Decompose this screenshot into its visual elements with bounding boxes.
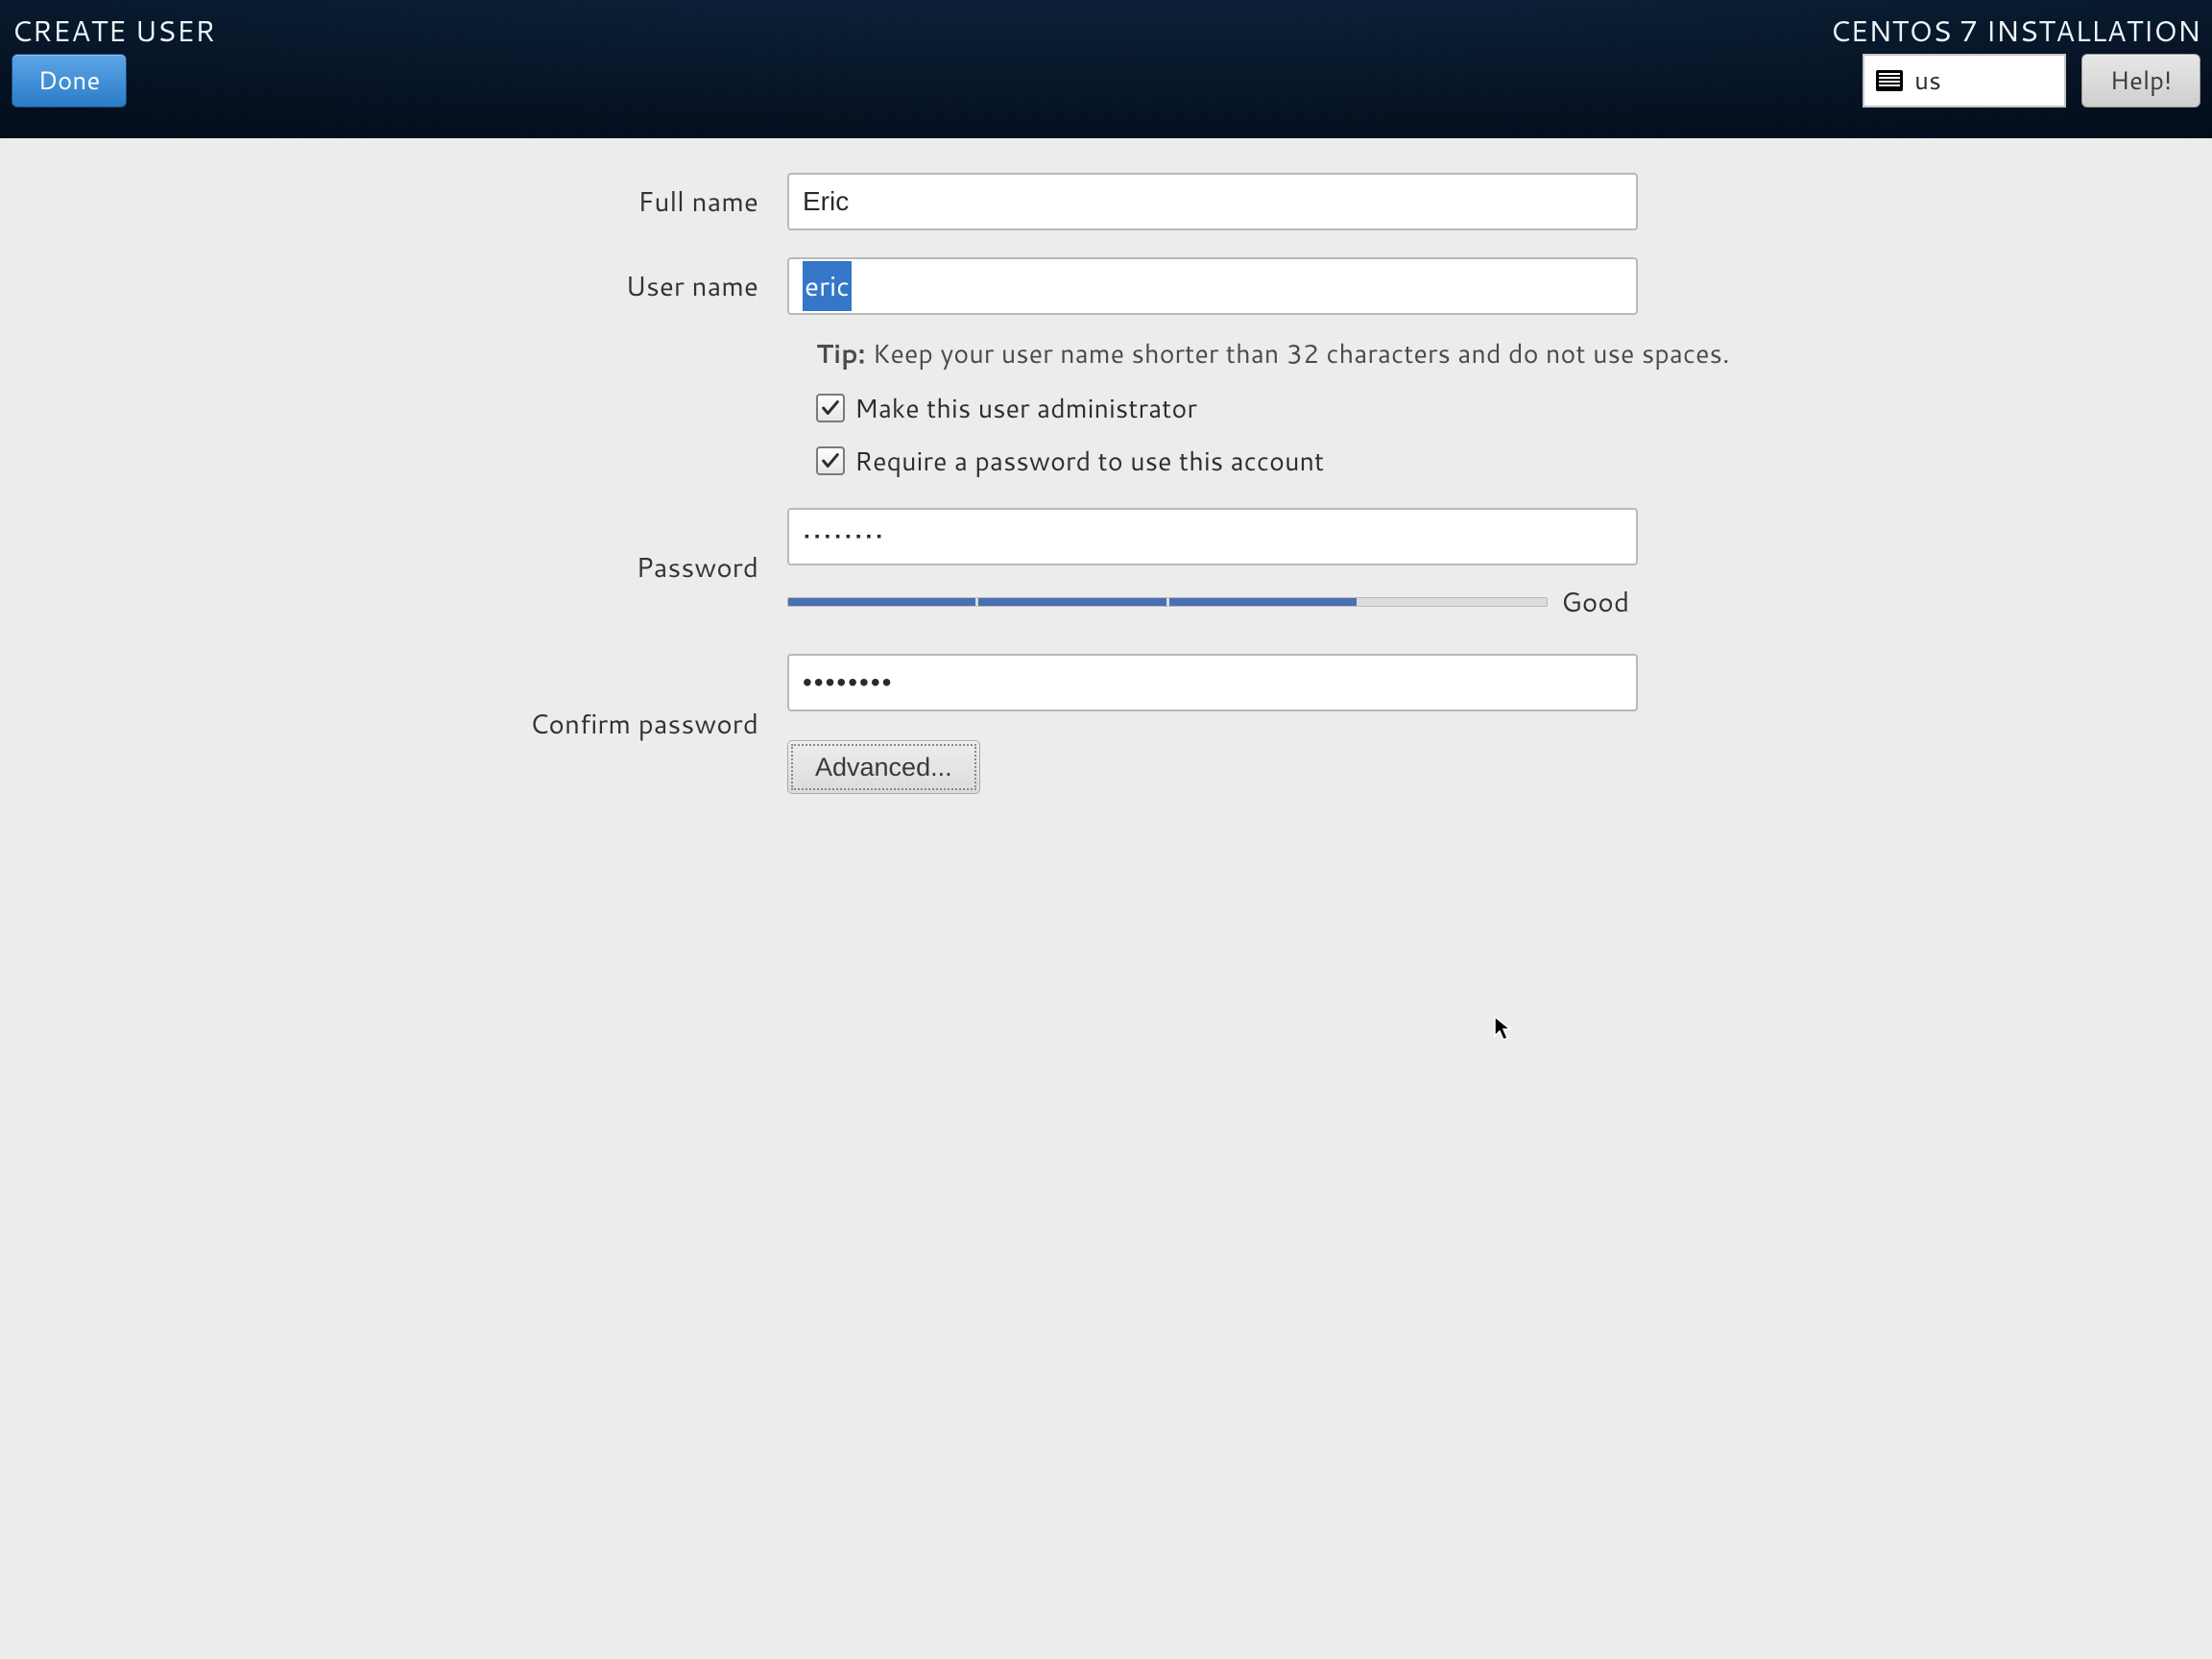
password-row: Password Good	[0, 508, 2212, 627]
fullname-row: Full name	[0, 173, 2212, 230]
tip-text: Keep your user name shorter than 32 char…	[865, 334, 1729, 372]
page-title: CREATE USER	[12, 10, 215, 51]
advanced-button[interactable]: Advanced...	[787, 740, 980, 794]
tip-prefix: Tip:	[816, 334, 865, 372]
username-tip: Tip: Keep your user name shorter than 32…	[816, 334, 2212, 372]
username-label: User name	[0, 267, 787, 305]
password-strength: Good	[787, 583, 1629, 621]
admin-checkbox-label: Make this user administrator	[854, 389, 1197, 426]
admin-checkbox[interactable]	[816, 394, 845, 422]
header-bar: CREATE USER CENTOS 7 INSTALLATION Done u…	[0, 0, 2212, 138]
password-strength-bar	[787, 597, 1548, 607]
requirepw-checkbox-label: Require a password to use this account	[854, 442, 1324, 479]
keyboard-layout-label: us	[1914, 63, 1941, 98]
admin-checkbox-row: Make this user administrator	[816, 389, 2212, 426]
password-input[interactable]	[787, 508, 1638, 565]
requirepw-checkbox-row: Require a password to use this account	[816, 442, 2212, 479]
keyboard-icon	[1876, 70, 1903, 91]
checkmark-icon	[820, 450, 841, 471]
done-button[interactable]: Done	[12, 54, 127, 108]
fullname-label: Full name	[0, 182, 787, 221]
installer-title: CENTOS 7 INSTALLATION	[1830, 10, 2200, 51]
requirepw-checkbox[interactable]	[816, 446, 845, 475]
checkmark-icon	[820, 397, 841, 419]
help-button[interactable]: Help!	[2081, 54, 2200, 108]
create-user-form: Full name User name eric Tip: Keep your …	[0, 173, 2212, 821]
confirm-password-input[interactable]	[787, 654, 1638, 711]
fullname-input[interactable]	[787, 173, 1638, 230]
username-selected-text: eric	[803, 261, 852, 311]
keyboard-layout-selector[interactable]: us	[1863, 54, 2066, 108]
username-row: User name eric	[0, 257, 2212, 315]
confirm-label: Confirm password	[0, 705, 787, 743]
mouse-cursor-icon	[1494, 1016, 1513, 1043]
confirm-row: Confirm password Advanced...	[0, 654, 2212, 794]
username-input[interactable]: eric	[787, 257, 1638, 315]
password-label: Password	[0, 548, 787, 587]
password-strength-label: Good	[1561, 583, 1629, 621]
